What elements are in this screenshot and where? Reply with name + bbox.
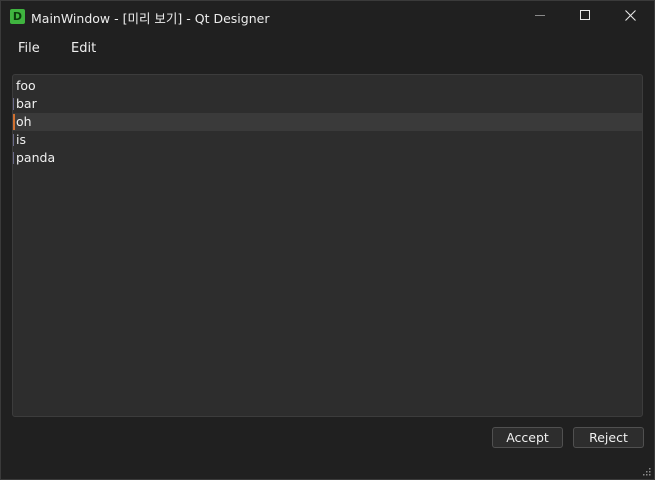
list-item[interactable]: bar — [13, 95, 642, 113]
qt-designer-app-icon: D — [10, 9, 25, 24]
title-bar[interactable]: D MainWindow - [미리 보기] - Qt Designer — [1, 1, 654, 32]
accept-button[interactable]: Accept — [492, 427, 563, 448]
close-icon — [625, 10, 636, 21]
menu-file[interactable]: File — [18, 41, 40, 56]
menu-edit[interactable]: Edit — [71, 41, 96, 56]
list-widget[interactable]: foo bar oh is panda — [12, 74, 643, 417]
list-item[interactable]: foo — [13, 77, 642, 95]
resize-grip-icon[interactable] — [642, 467, 651, 476]
close-button[interactable] — [608, 1, 653, 31]
minimize-icon — [535, 15, 545, 16]
maximize-button[interactable] — [563, 1, 608, 31]
reject-button[interactable]: Reject — [573, 427, 644, 448]
list-item[interactable]: is — [13, 131, 642, 149]
list-item[interactable]: panda — [13, 149, 642, 167]
menu-bar: File Edit — [1, 33, 654, 63]
maximize-icon — [580, 10, 590, 20]
minimize-button[interactable] — [518, 1, 563, 31]
window-title: MainWindow - [미리 보기] - Qt Designer — [31, 11, 270, 26]
list-item-selected[interactable]: oh — [13, 113, 642, 131]
main-window: D MainWindow - [미리 보기] - Qt Designer Fil… — [0, 0, 655, 480]
